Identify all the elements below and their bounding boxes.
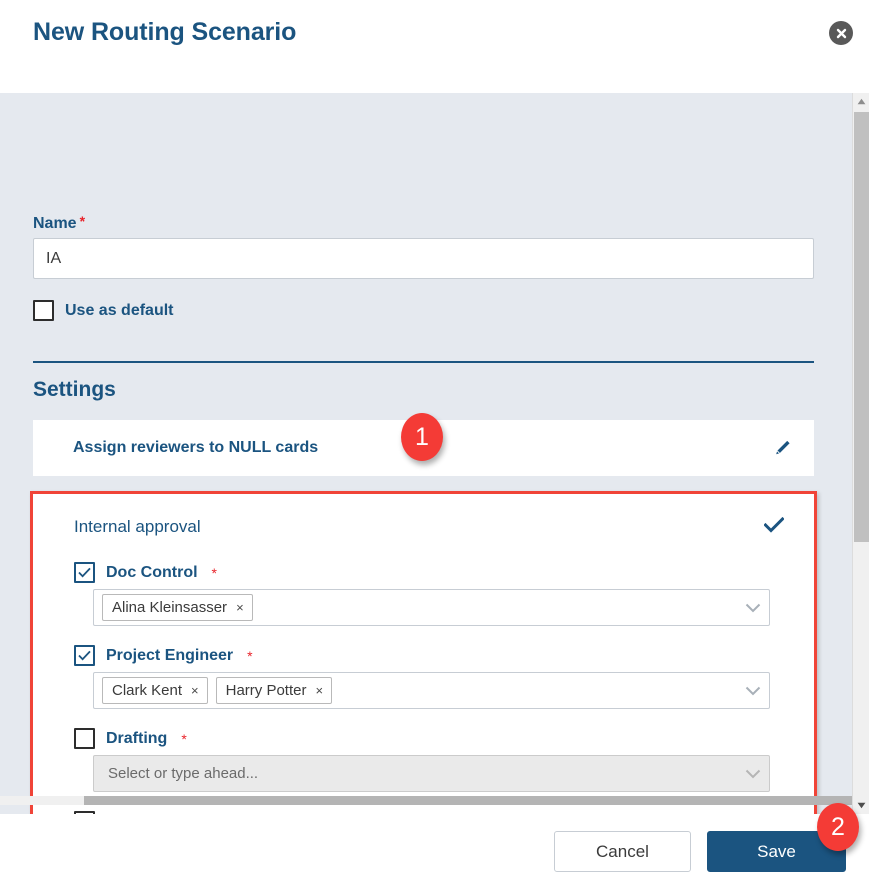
role-row-project-engineer: Project Engineer *	[74, 645, 253, 666]
use-as-default-row[interactable]: Use as default	[33, 300, 173, 321]
chip-label: Harry Potter	[225, 682, 307, 699]
required-marker: *	[181, 730, 187, 747]
horizontal-scrollbar[interactable]	[0, 796, 852, 805]
chip[interactable]: Clark Kent ×	[102, 677, 208, 704]
required-marker: *	[79, 213, 86, 229]
role-row-drafting: Drafting *	[74, 728, 187, 749]
role-select-drafting[interactable]: Select or type ahead...	[93, 755, 770, 792]
chip-label: Clark Kent	[112, 682, 183, 699]
settings-heading: Settings	[33, 378, 116, 401]
use-as-default-checkbox[interactable]	[33, 300, 54, 321]
role-label-drafting: Drafting	[106, 729, 168, 747]
close-icon	[835, 27, 848, 40]
scroll-down-arrow-icon[interactable]	[853, 797, 869, 814]
role-label-doc-control: Doc Control	[106, 563, 198, 581]
internal-approval-title: Internal approval	[74, 517, 201, 536]
role-select-project-engineer[interactable]: Clark Kent × Harry Potter ×	[93, 672, 770, 709]
pencil-icon[interactable]	[773, 439, 792, 458]
modal-footer: Cancel Save	[0, 814, 869, 889]
cancel-button[interactable]: Cancel	[554, 831, 691, 872]
internal-approval-card: Internal approval Doc Control * Alina Kl…	[30, 491, 817, 814]
page-title: New Routing Scenario	[33, 18, 297, 46]
role-label-project-engineer: Project Engineer	[106, 646, 234, 664]
role-row-doc-control: Doc Control *	[74, 562, 217, 583]
chip[interactable]: Harry Potter ×	[215, 677, 333, 704]
chevron-down-icon[interactable]	[745, 686, 761, 696]
vertical-scrollbar-thumb[interactable]	[854, 112, 869, 542]
chip-remove-icon[interactable]: ×	[236, 600, 244, 615]
role-checkbox-drafting[interactable]	[74, 728, 95, 749]
section-divider	[33, 361, 814, 363]
role-select-doc-control[interactable]: Alina Kleinsasser ×	[93, 589, 770, 626]
horizontal-scrollbar-thumb[interactable]	[84, 796, 852, 805]
required-marker: *	[247, 647, 253, 664]
chevron-down-icon[interactable]	[745, 603, 761, 613]
annotation-badge-1: 1	[401, 413, 443, 461]
name-label: Name *	[33, 213, 86, 232]
chip-remove-icon[interactable]: ×	[315, 683, 323, 698]
modal-header: New Routing Scenario	[0, 0, 869, 93]
check-icon[interactable]	[763, 516, 785, 533]
chip-remove-icon[interactable]: ×	[191, 683, 199, 698]
use-as-default-label: Use as default	[65, 301, 174, 319]
close-button[interactable]	[829, 21, 853, 45]
scroll-up-arrow-icon[interactable]	[853, 93, 869, 110]
setting-card-label: Assign reviewers to NULL cards	[73, 439, 319, 456]
vertical-scrollbar[interactable]	[852, 93, 869, 814]
role-select-placeholder: Select or type ahead...	[108, 765, 259, 782]
chip-label: Alina Kleinsasser	[112, 599, 228, 616]
required-marker: *	[211, 564, 217, 581]
role-checkbox-doc-control[interactable]	[74, 562, 95, 583]
role-checkbox-project-engineer[interactable]	[74, 645, 95, 666]
annotation-badge-2: 2	[817, 803, 859, 851]
chip[interactable]: Alina Kleinsasser ×	[102, 594, 253, 621]
chevron-down-icon[interactable]	[745, 769, 761, 779]
name-input[interactable]	[33, 238, 814, 279]
